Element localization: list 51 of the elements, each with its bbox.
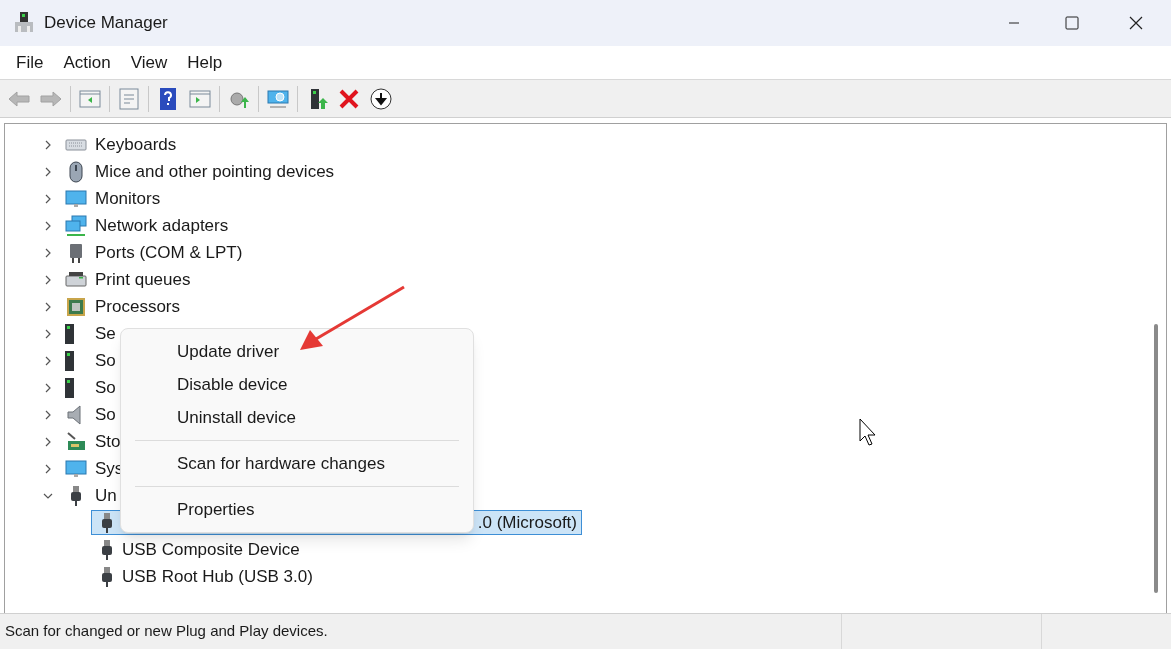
chevron-right-icon[interactable]: [43, 301, 53, 312]
tree-item[interactable]: So: [95, 347, 116, 374]
chevron-right-icon[interactable]: [43, 382, 53, 393]
context-menu-item[interactable]: Scan for hardware changes: [121, 447, 473, 480]
maximize-icon: [1065, 16, 1079, 30]
window-title: Device Manager: [44, 12, 168, 35]
tree-item[interactable]: Print queues: [95, 266, 191, 293]
status-text: Scan for changed or new Plug and Play devices.: [4, 621, 329, 642]
menu-item[interactable]: Action: [53, 49, 121, 76]
processor-icon: [65, 295, 87, 318]
tree-item[interactable]: Sto: [95, 428, 121, 455]
chevron-right-icon[interactable]: [43, 328, 53, 339]
chevron-right-icon[interactable]: [43, 409, 53, 420]
tree-item[interactable]: Monitors: [95, 185, 161, 212]
context-menu-item[interactable]: Properties: [121, 493, 473, 526]
chevron-right-icon[interactable]: [43, 436, 53, 447]
tree-item[interactable]: Se: [95, 320, 116, 347]
chevron-right-icon[interactable]: [43, 220, 53, 231]
chevron-right-icon[interactable]: [43, 247, 53, 258]
close-icon: [1129, 16, 1143, 30]
tree-item[interactable]: USB Composite Device: [91, 537, 305, 562]
tree-item[interactable]: Keyboards: [95, 131, 177, 158]
chevron-right-icon[interactable]: [43, 193, 53, 204]
monitor-icon: [65, 187, 87, 210]
pointer-cursor-icon: [859, 418, 879, 446]
menu-item[interactable]: File: [6, 49, 54, 76]
tree-item[interactable]: So: [95, 401, 116, 428]
tower-icon: [65, 350, 74, 371]
monitor-icon: [65, 457, 87, 480]
tree-item[interactable]: Ports (COM & LPT): [95, 239, 243, 266]
tree-item[interactable]: So: [95, 374, 116, 401]
chevron-right-icon[interactable]: [43, 166, 53, 177]
context-menu-item[interactable]: Disable device: [121, 368, 473, 401]
context-menu-item[interactable]: Update driver: [121, 335, 473, 368]
tower-icon: [65, 323, 74, 344]
chevron-right-icon[interactable]: [43, 355, 53, 366]
tree-item[interactable]: Mice and other pointing devices: [95, 158, 335, 185]
tower-icon: [65, 377, 74, 398]
chevron-right-icon[interactable]: [43, 274, 53, 285]
device-manager-icon: [14, 12, 34, 34]
tree-item[interactable]: Network adapters: [95, 212, 229, 239]
tree-item[interactable]: Un: [95, 482, 117, 509]
chevron-right-icon[interactable]: [43, 139, 53, 150]
context-menu-item[interactable]: Uninstall device: [121, 401, 473, 434]
menu-item[interactable]: Help: [177, 49, 233, 76]
menu-item[interactable]: View: [120, 49, 178, 76]
network-icon: [65, 214, 87, 237]
chevron-right-icon[interactable]: [43, 463, 53, 474]
tree-item[interactable]: Processors: [95, 293, 181, 320]
tree-item[interactable]: USB Root Hub (USB 3.0): [91, 564, 318, 589]
storage-icon: [65, 430, 87, 453]
